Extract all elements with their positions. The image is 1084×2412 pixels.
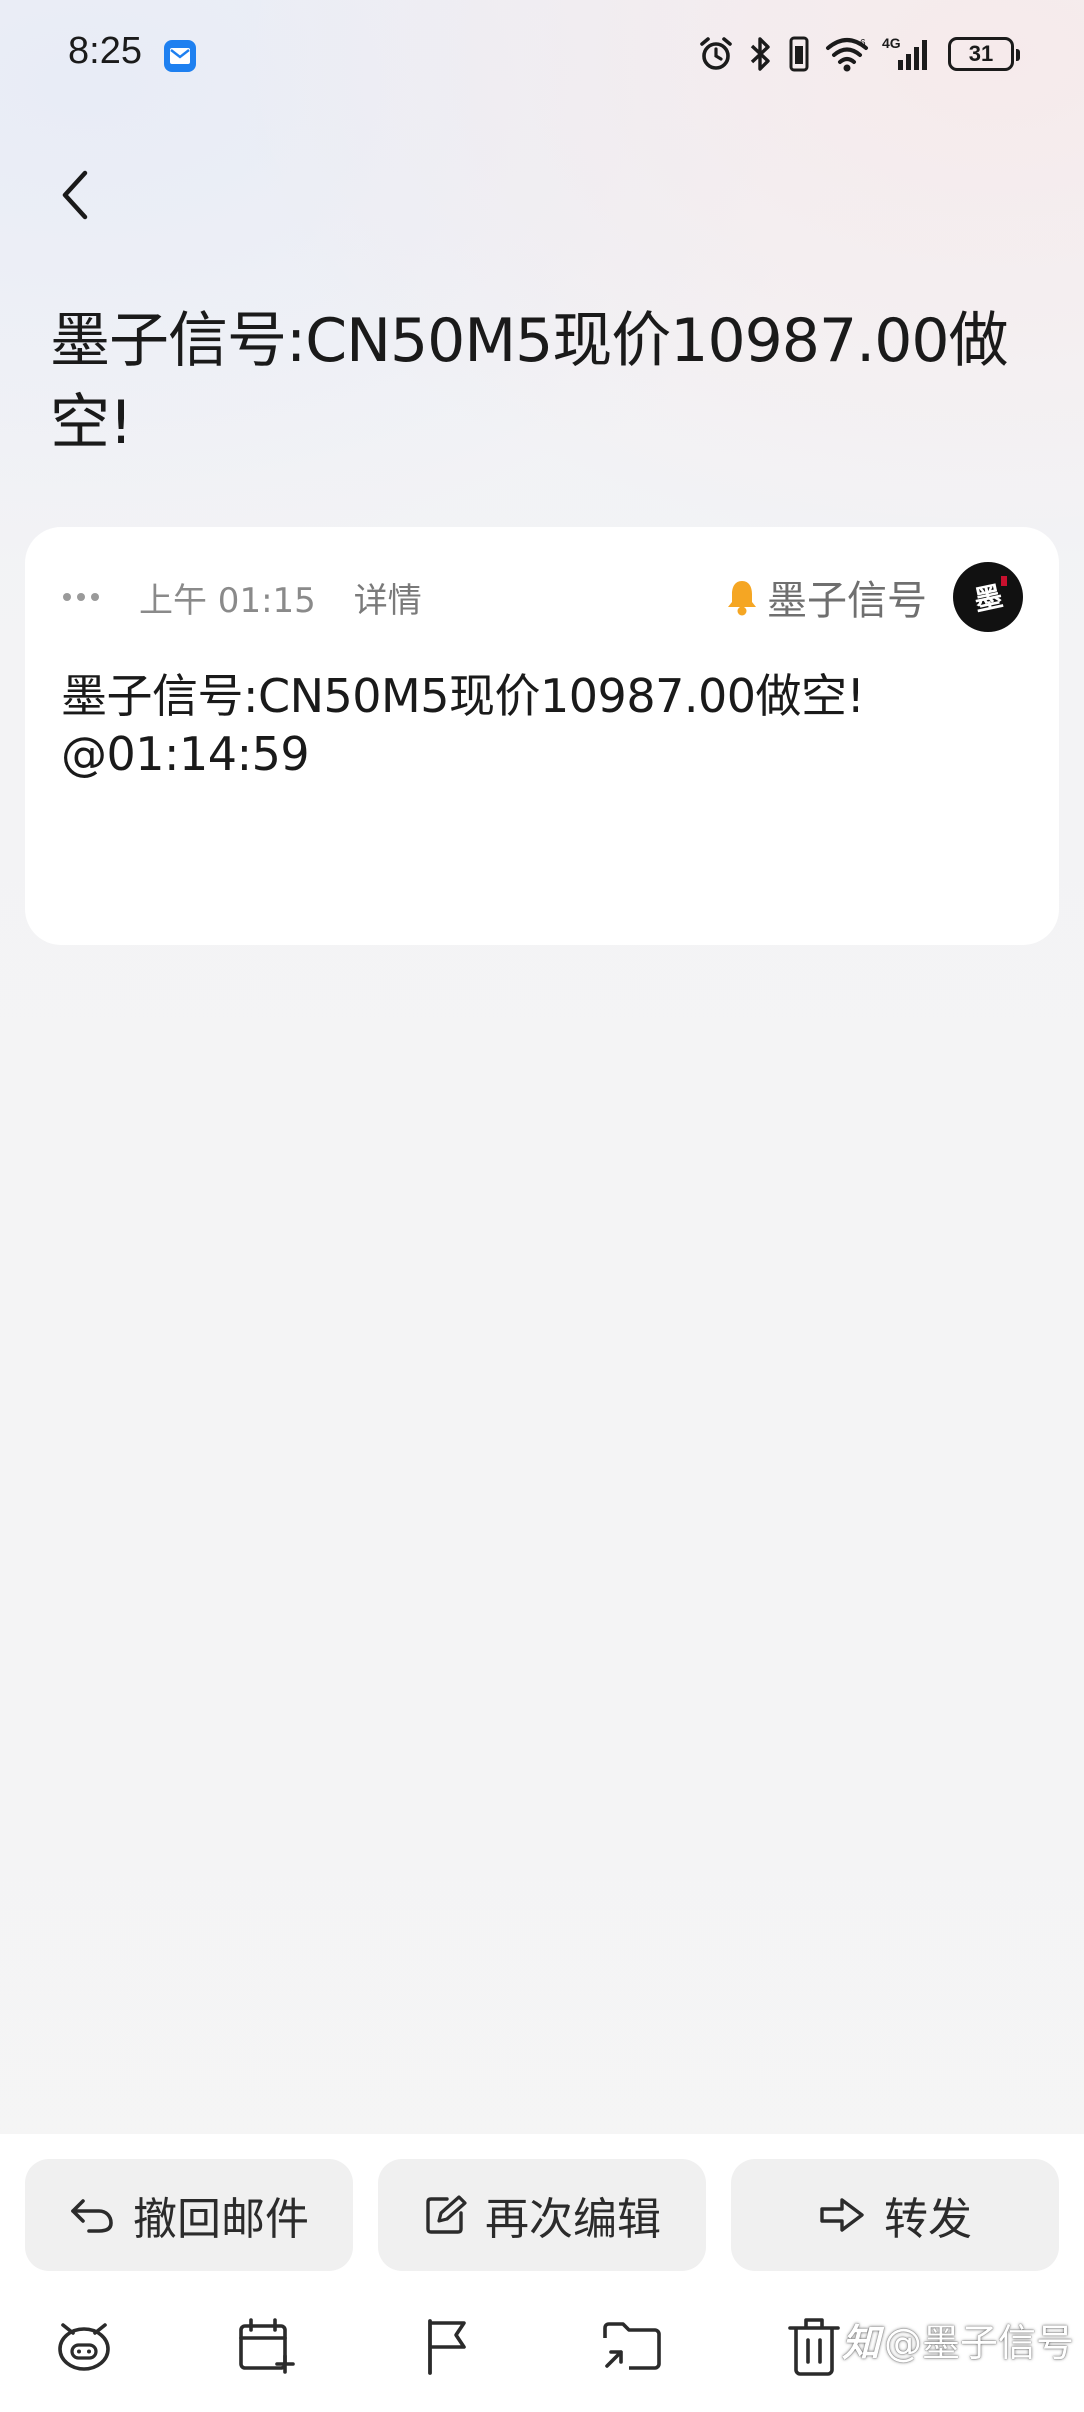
more-options-icon[interactable] <box>63 593 99 601</box>
recall-email-label: 撤回邮件 <box>133 2194 309 2245</box>
pig-icon[interactable] <box>42 2304 126 2388</box>
wifi-icon: 6 <box>824 34 870 74</box>
svg-text:6: 6 <box>860 38 866 49</box>
watermark-text: @墨子信号 <box>883 2321 1074 2365</box>
details-link[interactable]: 详情 <box>354 573 422 622</box>
flag-icon[interactable] <box>406 2304 490 2388</box>
vibrate-icon <box>786 34 812 74</box>
page-title: 墨子信号:CN50M5现价10987.00做空! <box>50 306 1009 458</box>
network-label: 4G <box>882 35 901 51</box>
battery-level: 31 <box>968 41 994 66</box>
edit-again-button[interactable]: 再次编辑 <box>378 2159 706 2271</box>
sender[interactable]: 墨子信号 墨 <box>725 561 1023 633</box>
back-arrow-icon <box>62 170 88 220</box>
forward-label: 转发 <box>884 2194 972 2245</box>
message-body-line: @01:14:59 <box>61 727 310 781</box>
edit-again-label: 再次编辑 <box>485 2194 661 2245</box>
undo-icon <box>69 2195 115 2235</box>
signal-icon: 4G <box>882 34 936 74</box>
forward-button[interactable]: 转发 <box>731 2159 1059 2271</box>
forward-arrow-icon <box>818 2195 866 2235</box>
back-button[interactable] <box>44 160 104 230</box>
message-card: 上午 01:15 详情 墨子信号 墨 墨子信号:CN50M5现价10987.00… <box>25 527 1059 945</box>
message-body: 墨子信号:CN50M5现价10987.00做空! @01:14:59 <box>61 667 1021 783</box>
avatar[interactable]: 墨 <box>953 562 1023 632</box>
sender-name: 墨子信号 <box>767 578 927 624</box>
bottom-action-area: 撤回邮件 再次编辑 转发 <box>0 2134 1084 2412</box>
calendar-add-icon[interactable] <box>224 2304 308 2388</box>
zhihu-logo: 知 <box>841 2321 880 2365</box>
move-folder-icon[interactable] <box>590 2304 674 2388</box>
status-icons: 6 4G 31 <box>696 32 1020 76</box>
bluetooth-icon <box>748 34 774 74</box>
bell-icon <box>725 577 759 617</box>
status-time: 8:25 <box>68 30 142 72</box>
watermark: 知 @墨子信号 <box>842 2312 1074 2367</box>
mail-notification-icon <box>164 40 196 72</box>
battery-icon: 31 <box>948 37 1020 71</box>
message-time: 上午 01:15 <box>139 580 316 621</box>
action-buttons: 撤回邮件 再次编辑 转发 <box>25 2159 1059 2271</box>
edit-icon <box>423 2193 467 2237</box>
message-body-line: 墨子信号:CN50M5现价10987.00做空! <box>61 669 865 723</box>
alarm-icon <box>696 34 736 74</box>
message-meta: 上午 01:15 详情 <box>63 567 422 627</box>
status-bar: 8:25 6 4G 31 <box>0 0 1084 110</box>
avatar-seal <box>1001 576 1007 586</box>
recall-email-button[interactable]: 撤回邮件 <box>25 2159 353 2271</box>
